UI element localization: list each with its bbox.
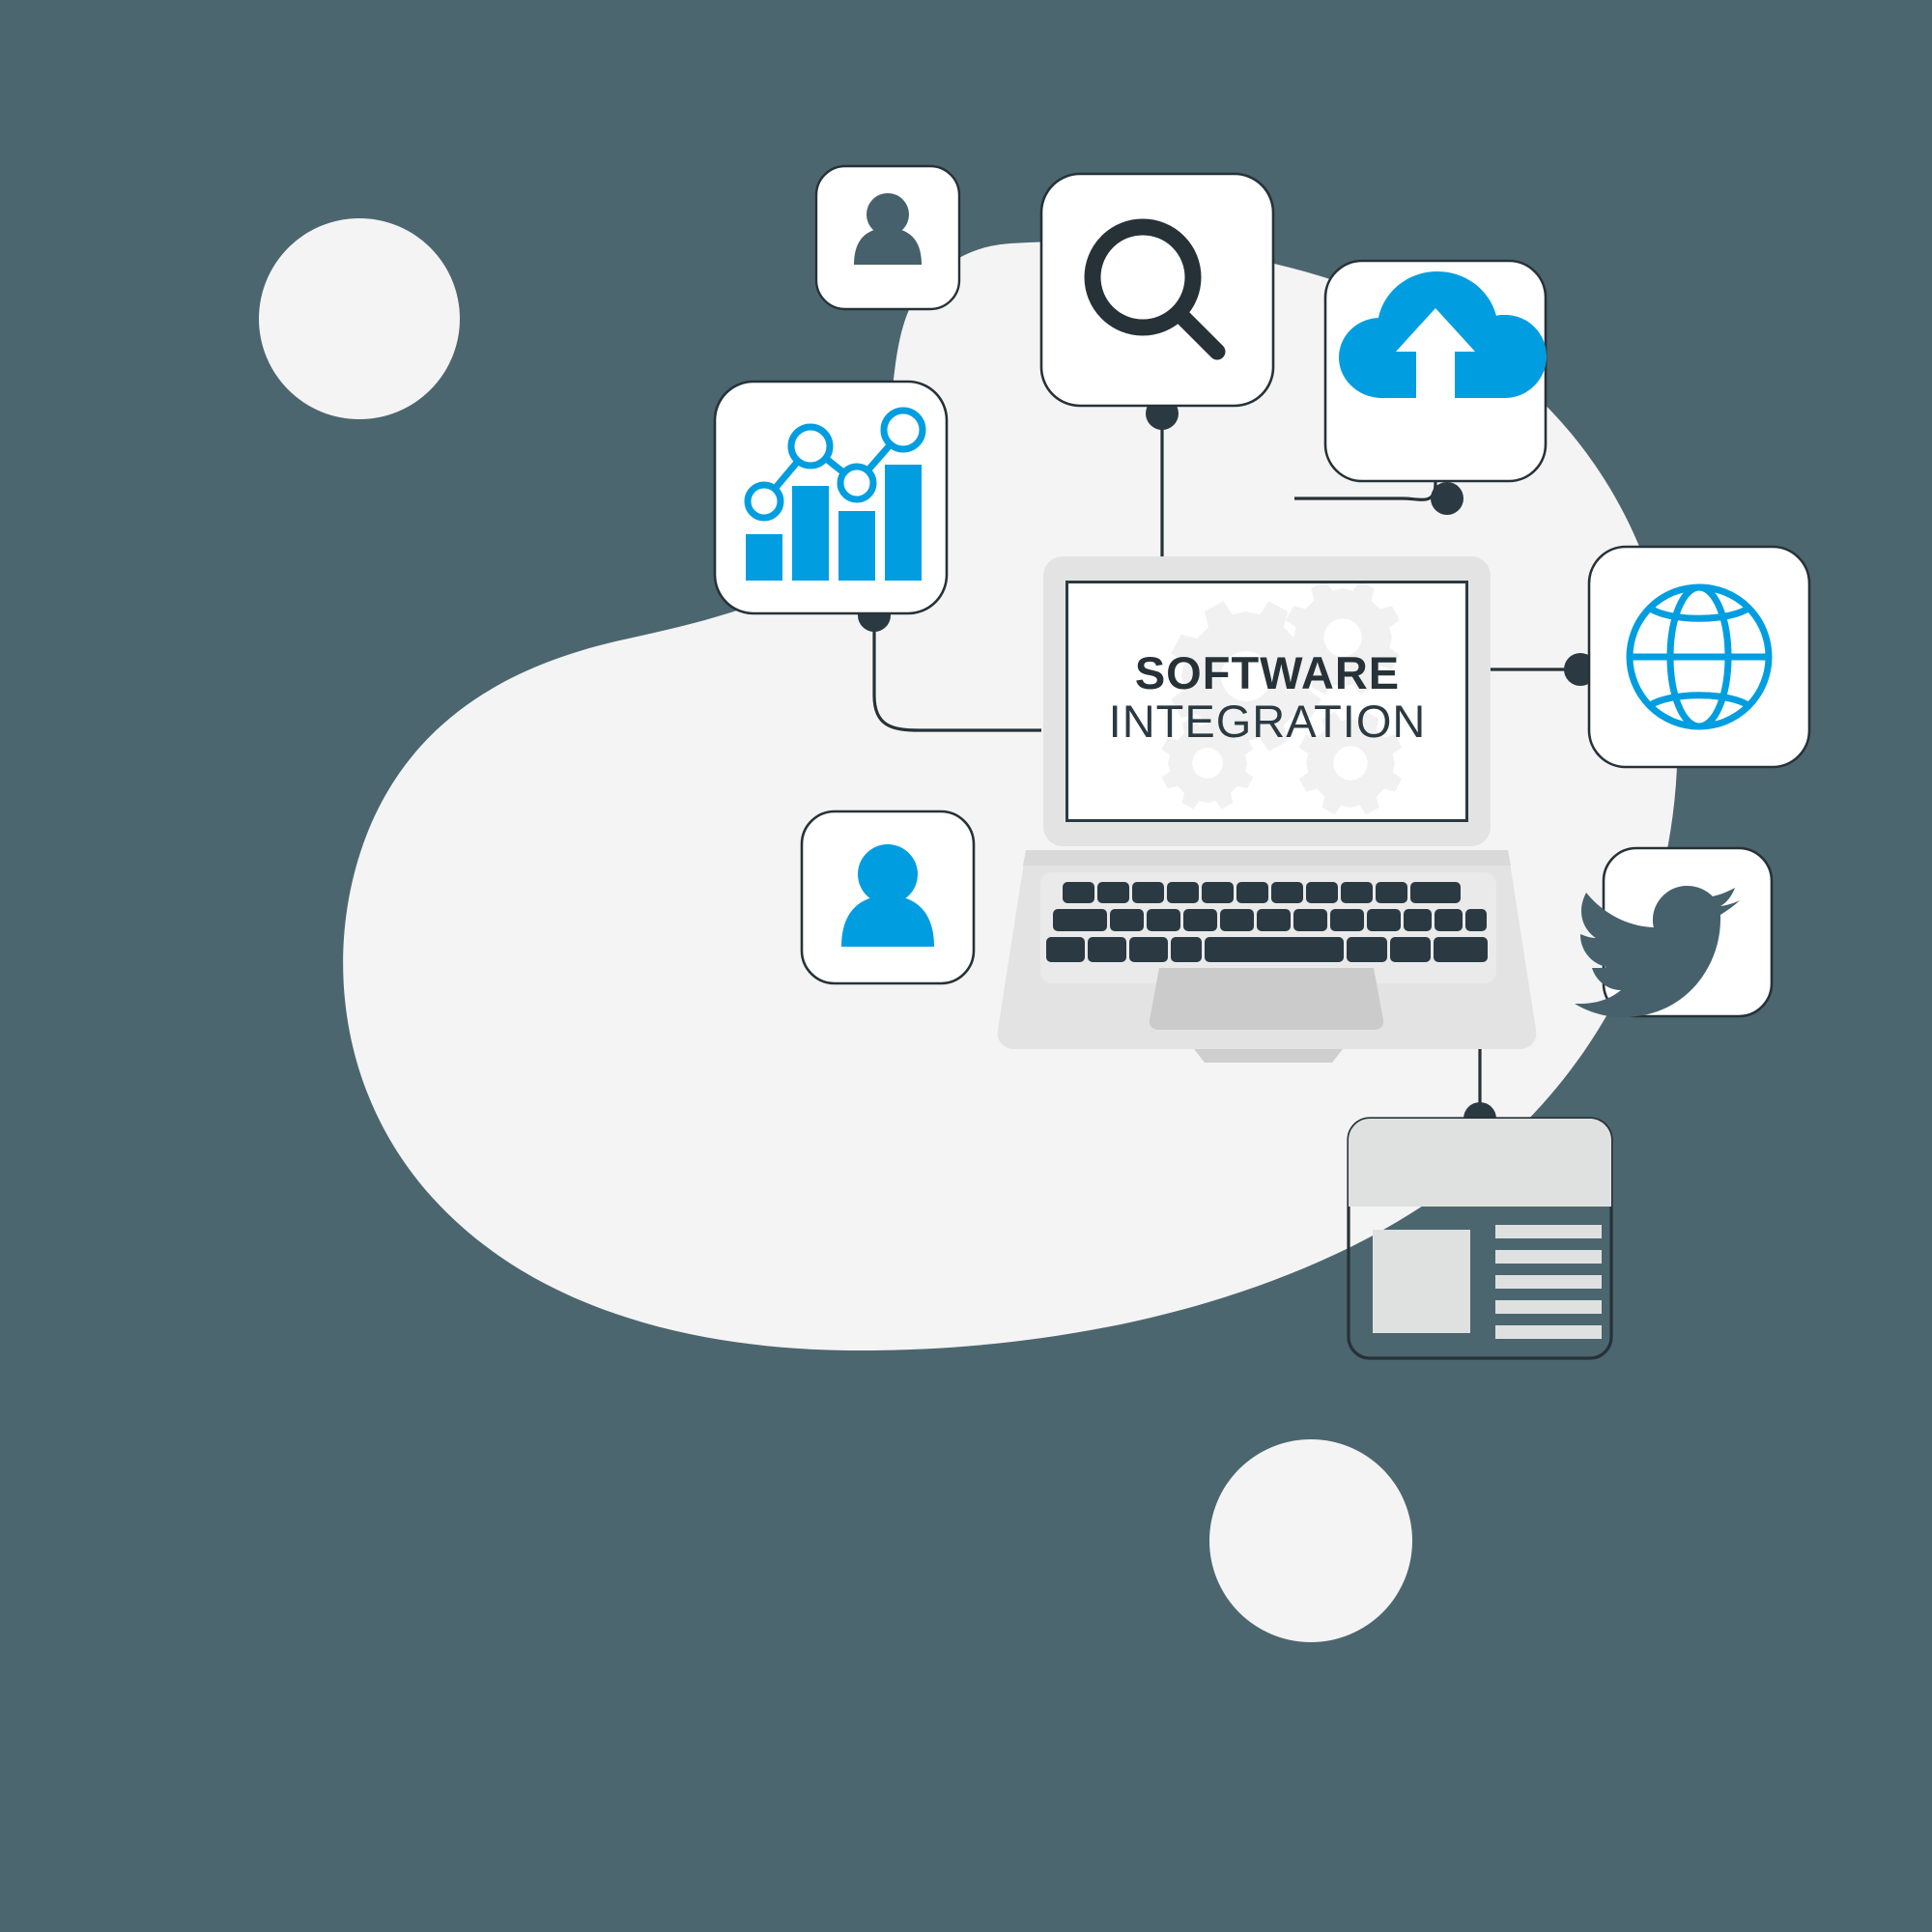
browser-header-bar [1349, 1119, 1611, 1207]
illustration-canvas: SOFTWARE INTEGRATION [0, 0, 1932, 1932]
card-analytics[interactable] [713, 380, 949, 615]
card-twitter[interactable] [1575, 846, 1774, 1018]
card-webpage[interactable] [1347, 1117, 1613, 1360]
browser-text-lines [1495, 1225, 1602, 1339]
browser-thumbnail [1373, 1230, 1470, 1333]
card-user-blue[interactable] [800, 810, 976, 985]
card-search[interactable] [1039, 172, 1275, 408]
card-user-dark[interactable] [814, 164, 961, 311]
card-cloud-upload[interactable] [1323, 259, 1548, 483]
card-globe[interactable] [1587, 545, 1811, 769]
icon-card-layer [713, 164, 1811, 1360]
